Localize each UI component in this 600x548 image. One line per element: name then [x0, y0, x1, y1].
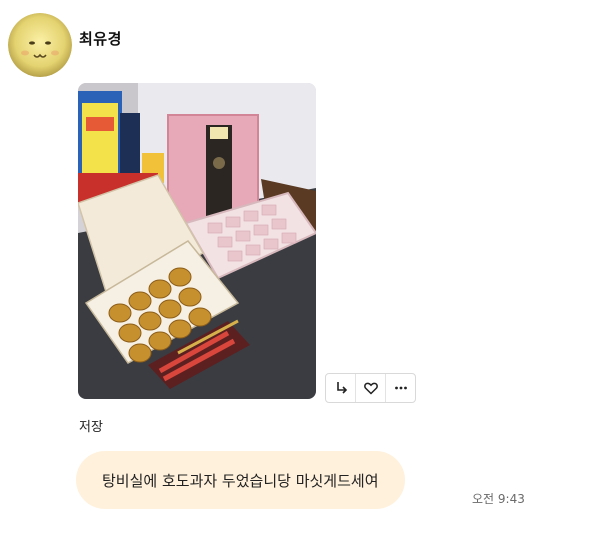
message-text: 탕비실에 호도과자 두었습니당 마싯게드세여: [102, 471, 379, 490]
attached-photo[interactable]: [78, 83, 316, 399]
save-link[interactable]: 저장: [79, 416, 103, 435]
sender-name: 최유경: [79, 30, 122, 48]
reply-button[interactable]: [326, 374, 355, 402]
chat-message: 최유경 저장 탕비실에 호도과자 두었습니당 마싯게드세여 오전 9:43: [0, 0, 600, 548]
more-options-button[interactable]: [385, 374, 415, 402]
message-action-toolbar: [325, 373, 416, 403]
avatar[interactable]: [8, 13, 72, 77]
like-button[interactable]: [355, 374, 385, 402]
message-bubble[interactable]: 탕비실에 호도과자 두었습니당 마싯게드세여: [76, 451, 405, 509]
reply-arrow-icon: [336, 382, 347, 394]
message-timestamp: 오전 9:43: [472, 492, 525, 506]
heart-icon: [363, 382, 378, 395]
ellipsis-icon: [394, 386, 407, 390]
